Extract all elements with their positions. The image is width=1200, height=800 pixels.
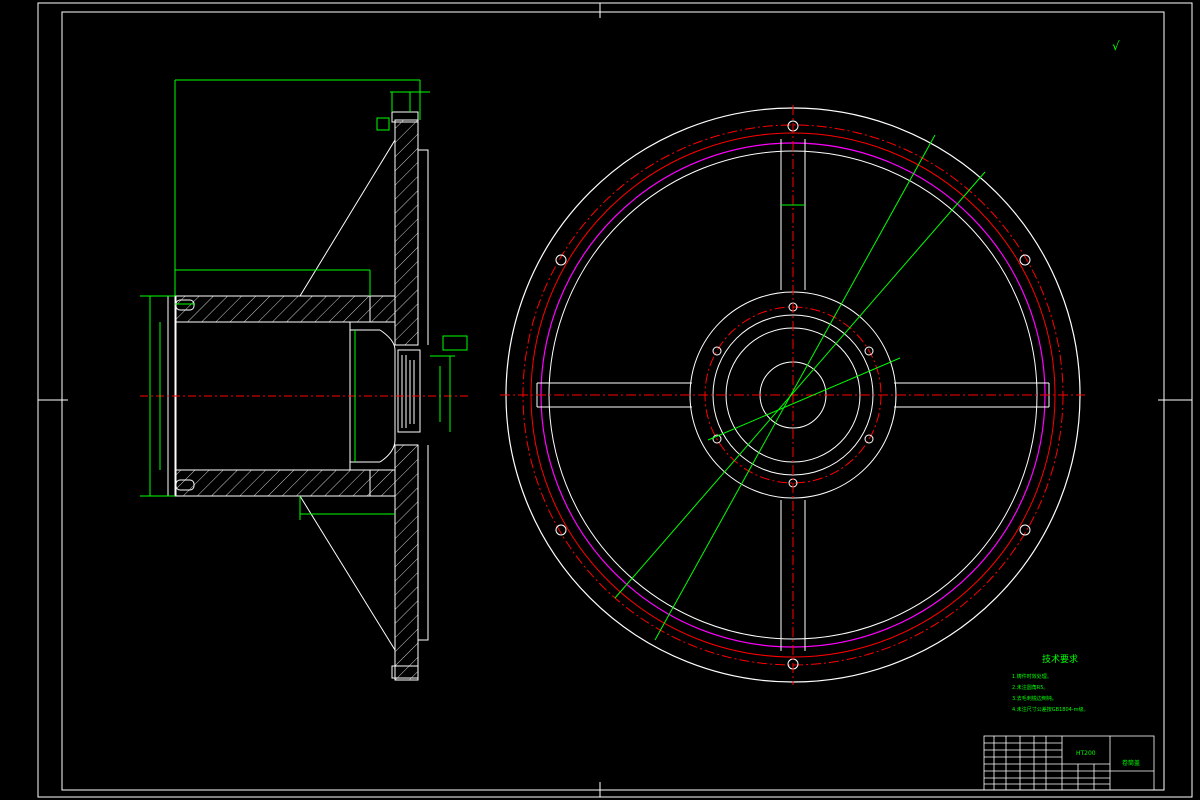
tech-requirements-block: 技术要求 1.铸件时效处理。 2.未注圆角R5。 3.去毛刺锐边倒钝。 4.未注… xyxy=(1012,653,1088,713)
drawing-sheet: √ 技术要求 1.铸件时效处理。 2.未注圆角R5。 3.去毛刺锐边倒钝。 4.… xyxy=(37,2,1193,798)
cad-drawing-canvas: √ 技术要求 1.铸件时效处理。 2.未注圆角R5。 3.去毛刺锐边倒钝。 4.… xyxy=(0,0,1200,800)
surface-finish-mark: √ xyxy=(1112,39,1120,53)
tech-requirement-item: 1.铸件时效处理。 xyxy=(1012,673,1052,680)
front-view: √ xyxy=(500,39,1120,685)
rib-lines xyxy=(299,139,396,651)
section-view xyxy=(140,79,470,681)
tech-requirement-item: 4.未注尺寸公差按GB1804-m级。 xyxy=(1012,706,1088,713)
title-block-material: HT200 xyxy=(1076,750,1096,757)
tech-requirements-title: 技术要求 xyxy=(1042,653,1078,665)
tech-requirement-item: 2.未注圆角R5。 xyxy=(1012,684,1048,691)
title-block-part-name: 卷筒盖 xyxy=(1122,759,1140,767)
tech-requirement-item: 3.去毛刺锐边倒钝。 xyxy=(1012,695,1057,702)
center-groove-detail xyxy=(397,349,421,433)
front-centerlines xyxy=(500,105,1085,685)
front-dimensions xyxy=(614,134,986,641)
